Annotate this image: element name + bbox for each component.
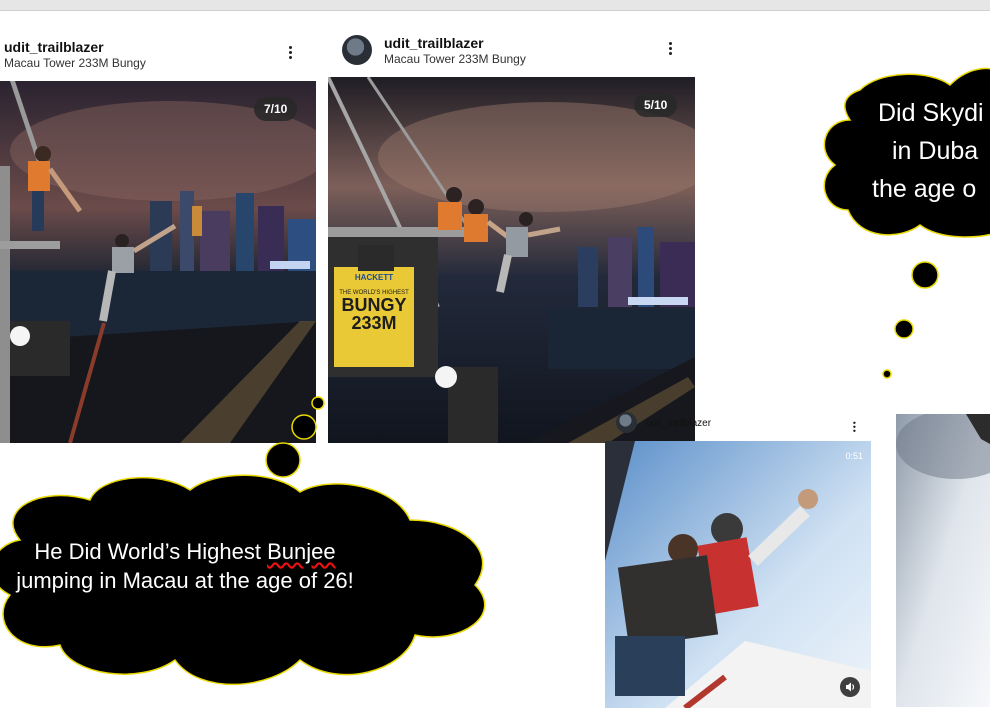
post-2-username[interactable]: udit_trailblazer [384, 35, 484, 51]
bungee-photo-1 [0, 81, 316, 443]
post-3-more-options-icon[interactable] [851, 420, 857, 436]
bungy-sign-text: HACKETT THE WORLD'S HIGHEST BUNGY 233M [339, 273, 409, 333]
skydive-video-frame [605, 441, 871, 708]
post-1-image-counter: 7/10 [254, 97, 298, 121]
bungee-caption: He Did World’s Highest Bunjee jumping in… [10, 537, 360, 595]
post-2-more-options-icon[interactable] [666, 40, 674, 60]
bungee-caption-part1: He Did World’s Highest [34, 539, 268, 564]
skydive-caption: Did Skydi in Duba the age o [866, 94, 990, 208]
volume-icon[interactable] [840, 677, 860, 697]
post-3-video[interactable]: 0:51 [605, 441, 871, 708]
partial-photo-art [896, 414, 990, 707]
bungee-caption-part2: jumping in Macau at the age of 26! [16, 568, 354, 593]
post-2-image-counter: 5/10 [634, 93, 678, 117]
post-3-avatar[interactable] [616, 412, 637, 433]
skydive-caption-line3: the age o [872, 175, 977, 203]
bungee-photo-2 [328, 77, 695, 443]
bungee-caption-misspelled-word: Bunjee [267, 539, 336, 564]
post-3-username[interactable]: udit_trailblazer [646, 418, 711, 429]
post-2-avatar[interactable] [342, 35, 372, 65]
post-1-more-options-icon[interactable] [286, 44, 294, 64]
partial-skydive-photo[interactable] [896, 414, 990, 707]
skydive-caption-line1: Did Skydi [878, 99, 984, 127]
skydive-caption-line2: in Duba [892, 137, 979, 165]
post-1-photo[interactable]: 7/10 [0, 81, 316, 443]
post-1-location[interactable]: Macau Tower 233M Bungy [4, 56, 146, 70]
post-2-location[interactable]: Macau Tower 233M Bungy [384, 52, 526, 66]
post-2-photo[interactable]: HACKETT THE WORLD'S HIGHEST BUNGY 233M 5… [328, 77, 695, 443]
browser-top-bar [0, 0, 990, 11]
post-1-username[interactable]: udit_trailblazer [4, 39, 104, 55]
video-time: 0:51 [845, 451, 863, 461]
